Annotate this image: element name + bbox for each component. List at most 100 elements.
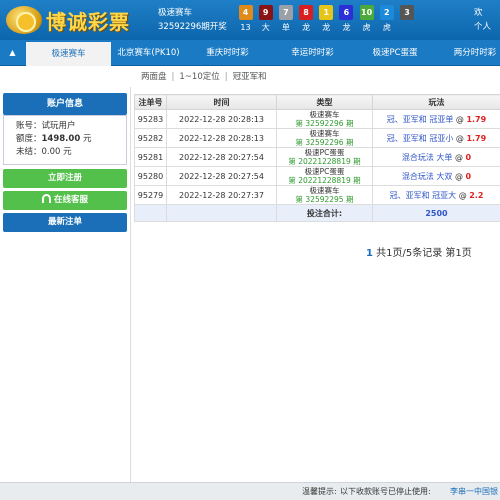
dragon-logo-icon — [6, 6, 42, 34]
bet-period: 第 20221228819 期 — [288, 176, 361, 185]
draw-issue: 32592296期开奖 — [158, 22, 227, 32]
bet-id: 95282 — [134, 128, 167, 148]
play-type-subnav: 两面盘 | 1~10定位 | 冠亚军和 — [131, 67, 500, 87]
draw-ball: 10 — [359, 5, 374, 20]
col-header-id: 注单号 — [134, 94, 167, 110]
tab-jisu-pc[interactable]: 极速PC蛋蛋 — [360, 40, 430, 66]
total-label: 投注合计: — [276, 204, 373, 222]
game-name: 极速赛车 — [158, 8, 193, 18]
greeting-text: 欢 — [474, 8, 483, 18]
user-greeting: 欢 个人 — [474, 6, 491, 34]
bet-type: 极速PC蛋蛋 — [304, 148, 345, 157]
draw-ball: 4 — [238, 5, 253, 20]
quota-value: 1498.00 — [41, 134, 81, 144]
bet-type: 极速赛车 — [309, 186, 340, 195]
bet-id: 95281 — [134, 147, 167, 167]
account-info-title: 账户信息 — [3, 93, 127, 115]
register-button[interactable]: 立即注册 — [3, 169, 127, 188]
subnav-separator: | — [224, 72, 228, 82]
bet-period: 第 32592296 期 — [295, 138, 354, 147]
notice-label: 温馨提示: — [302, 487, 337, 496]
tab-liangfen-ssc[interactable]: 两分时时彩 — [445, 40, 500, 66]
bet-odds: 1.79 — [466, 114, 487, 124]
bet-time: 2022-12-28 20:27:54 — [166, 147, 277, 167]
bet-time: 2022-12-28 20:28:13 — [166, 109, 277, 129]
bet-odds: 0 — [465, 152, 472, 162]
draw-ball-column: 6龙 — [337, 5, 356, 35]
draw-ball-column: 7单 — [276, 5, 295, 35]
table-row: 95279 2022-12-28 20:27:37 极速赛车第 32592295 期… — [134, 185, 500, 205]
total-empty-cell — [166, 204, 277, 222]
personal-center-link[interactable]: 个人 — [474, 20, 491, 34]
bet-odds: 0 — [465, 171, 472, 181]
notice-scroll-text: 李串一中国银 — [450, 487, 498, 496]
draw-ball-column: 2虎 — [377, 5, 396, 35]
bet-play-cell: 冠、亚军和 冠亚大 @ 2.2 — [372, 185, 500, 205]
bet-odds: 1.79 — [466, 133, 487, 143]
bet-play: 混合玩法 大单 — [401, 152, 453, 162]
bet-play-cell: 混合玩法 大双 @ 0 — [372, 166, 500, 186]
latest-bets-button[interactable]: 最新注单 — [3, 213, 127, 232]
draw-ball: 6 — [339, 5, 354, 20]
bet-type: 极速赛车 — [309, 110, 340, 119]
tab-chongqing-ssc[interactable]: 重庆时时彩 — [190, 40, 265, 66]
quota-unit: 元 — [82, 134, 92, 144]
bet-type-cell: 极速赛车第 32592295 期 — [276, 185, 373, 205]
site-logo[interactable]: 博诚彩票 — [6, 3, 146, 37]
pagination-summary: 共1页/5条记录 第1页 — [376, 248, 472, 259]
bet-play: 冠、亚军和 冠亚小 — [386, 133, 454, 143]
subnav-dingwei[interactable]: 1~10定位 — [179, 72, 219, 82]
bet-play-cell: 冠、亚军和 冠亚小 @ 1.79 — [372, 128, 500, 148]
top-header: 博诚彩票 极速赛车 32592296期开奖 4 13 9 大 7 单 8 龙 1 龙 6 龙 10 虎 2 虎… — [0, 0, 500, 40]
table-row: 95282 2022-12-28 20:28:13 极速赛车第 32592296 期… — [134, 128, 500, 148]
tab-xingyun-ssc[interactable]: 幸运时时彩 — [275, 40, 350, 66]
bet-odds: 2.2 — [469, 190, 484, 200]
bet-time: 2022-12-28 20:28:13 — [166, 128, 277, 148]
online-service-button[interactable]: 在线客服 — [3, 191, 127, 210]
draw-ball: 9 — [258, 5, 273, 20]
draw-ball-column: 3 — [398, 5, 417, 35]
draw-result-balls: 4 13 9 大 7 单 8 龙 1 龙 6 龙 10 虎 2 虎 3 — [236, 5, 418, 35]
at-symbol: @ — [454, 152, 463, 162]
quota-label: 额度： — [16, 134, 42, 144]
footer-notice-bar: 温馨提示: 以下收款账号已停止使用: 李串一中国银 — [0, 482, 500, 500]
bet-period: 第 32592296 期 — [295, 119, 354, 128]
table-header-row: 注单号 时间 类型 玩法 — [134, 94, 500, 110]
account-info-panel: 账号：试玩用户 额度：1498.00 元 未结：0.00 元 — [3, 115, 127, 165]
bet-type-cell: 极速PC蛋蛋第 20221228819 期 — [276, 147, 373, 167]
subnav-liangmianpan[interactable]: 两面盘 — [141, 72, 167, 82]
bet-id: 95283 — [134, 109, 167, 129]
draw-ball: 7 — [278, 5, 293, 20]
subnav-guanyahe[interactable]: 冠亚军和 — [233, 72, 267, 82]
current-game-info: 极速赛车 32592296期开奖 — [158, 6, 227, 34]
draw-ball-column: 10 虎 — [357, 5, 376, 35]
bet-type: 极速赛车 — [309, 129, 340, 138]
page-number-link[interactable]: 1 — [366, 248, 373, 259]
notice-text: 以下收款账号已停止使用: — [340, 487, 431, 496]
table-row: 95283 2022-12-28 20:28:13 极速赛车第 32592296 期… — [134, 109, 500, 129]
unsettled-value: 0.00 元 — [41, 147, 72, 157]
total-empty-cell — [134, 204, 167, 222]
draw-ball-stat: 虎 — [362, 23, 371, 32]
game-nav: ▲ 极速赛车 北京赛车(PK10) 重庆时时彩 幸运时时彩 极速PC蛋蛋 两分时… — [0, 40, 500, 66]
collapse-arrow-icon[interactable]: ▲ — [0, 40, 25, 66]
draw-ball-stat: 龙 — [302, 23, 311, 32]
bet-time: 2022-12-28 20:27:37 — [166, 185, 277, 205]
bet-id: 95280 — [134, 166, 167, 186]
draw-ball-column: 1龙 — [317, 5, 336, 35]
draw-ball-column: 4 13 — [236, 5, 255, 35]
at-symbol: @ — [458, 190, 467, 200]
tab-beijing-pk10[interactable]: 北京赛车(PK10) — [111, 40, 186, 66]
account-value: 试玩用户 — [41, 121, 76, 131]
draw-ball-stat: 虎 — [382, 23, 391, 32]
online-service-label: 在线客服 — [53, 195, 88, 205]
bet-type-cell: 极速赛车第 32592296 期 — [276, 128, 373, 148]
draw-ball-column: 8龙 — [297, 5, 316, 35]
tab-jisu-saiche[interactable]: 极速赛车 — [26, 40, 111, 66]
table-total-row: 投注合计: 2500 — [134, 204, 500, 222]
draw-ball: 2 — [379, 5, 394, 20]
bet-play: 混合玩法 大双 — [401, 171, 453, 181]
bet-period: 第 32592295 期 — [295, 195, 354, 204]
draw-ball-stat: 13 — [240, 23, 251, 32]
sidebar: 账户信息 账号：试玩用户 额度：1498.00 元 未结：0.00 元 立即注册… — [0, 87, 131, 482]
